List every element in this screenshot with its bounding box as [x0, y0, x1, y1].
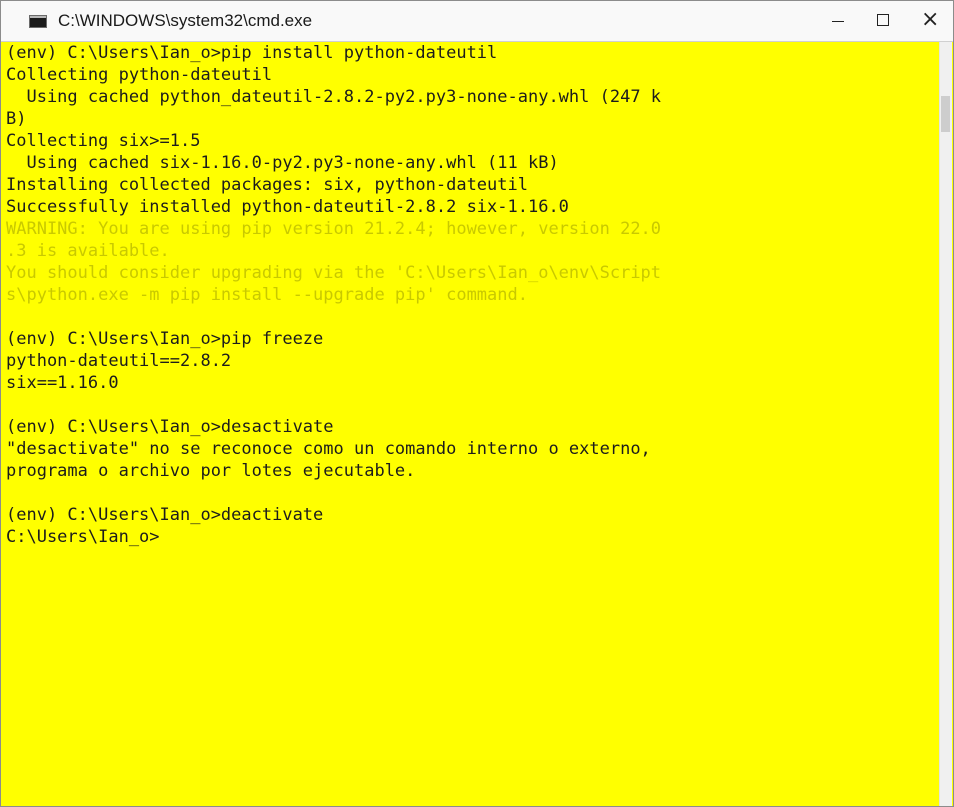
console-line: (env) C:\Users\Ian_o>pip freeze: [6, 329, 324, 349]
console-line: WARNING: You are using pip version 21.2.…: [6, 219, 662, 239]
console-line: Collecting six>=1.5: [6, 131, 201, 151]
console-line: .3 is available.: [6, 241, 170, 261]
close-icon: ×: [921, 7, 940, 32]
console-line: (env) C:\Users\Ian_o>deactivate: [6, 505, 324, 525]
maximize-icon: [877, 14, 889, 26]
console-line: Using cached six-1.16.0-py2.py3-none-any…: [6, 153, 559, 173]
minimize-icon: [832, 21, 844, 22]
console-line: six==1.16.0: [6, 373, 119, 393]
console-line: "desactivate" no se reconoce como un com…: [6, 439, 651, 459]
title-bar[interactable]: C:\WINDOWS\system32\cmd.exe ×: [1, 1, 953, 42]
console-line: Installing collected packages: six, pyth…: [6, 175, 528, 195]
console-line: s\python.exe -m pip install --upgrade pi…: [6, 285, 528, 305]
close-button[interactable]: ×: [907, 1, 953, 41]
console-line: Successfully installed python-dateutil-2…: [6, 197, 569, 217]
console-line: python-dateutil==2.8.2: [6, 351, 232, 371]
console-line: Using cached python_dateutil-2.8.2-py2.p…: [6, 87, 662, 107]
console-line: You should consider upgrading via the 'C…: [6, 263, 662, 283]
console-line: (env) C:\Users\Ian_o>desactivate: [6, 417, 334, 437]
cmd-icon[interactable]: [29, 15, 47, 28]
maximize-button[interactable]: [861, 1, 907, 41]
vertical-scrollbar[interactable]: [939, 42, 952, 806]
console-output[interactable]: (env) C:\Users\Ian_o>pip install python-…: [1, 42, 943, 806]
window-title: C:\WINDOWS\system32\cmd.exe: [58, 11, 313, 30]
cmd-window: C:\WINDOWS\system32\cmd.exe × (env) C:\U…: [0, 0, 954, 807]
console-line: programa o archivo por lotes ejecutable.: [6, 461, 416, 481]
console-line: C:\Users\Ian_o>: [6, 527, 160, 547]
console-line: Collecting python-dateutil: [6, 65, 273, 85]
scrollbar-thumb[interactable]: [941, 96, 950, 132]
minimize-button[interactable]: [815, 1, 861, 41]
console-line: (env) C:\Users\Ian_o>pip install python-…: [6, 43, 498, 63]
window-controls: ×: [815, 1, 953, 41]
console-line: B): [6, 109, 27, 129]
